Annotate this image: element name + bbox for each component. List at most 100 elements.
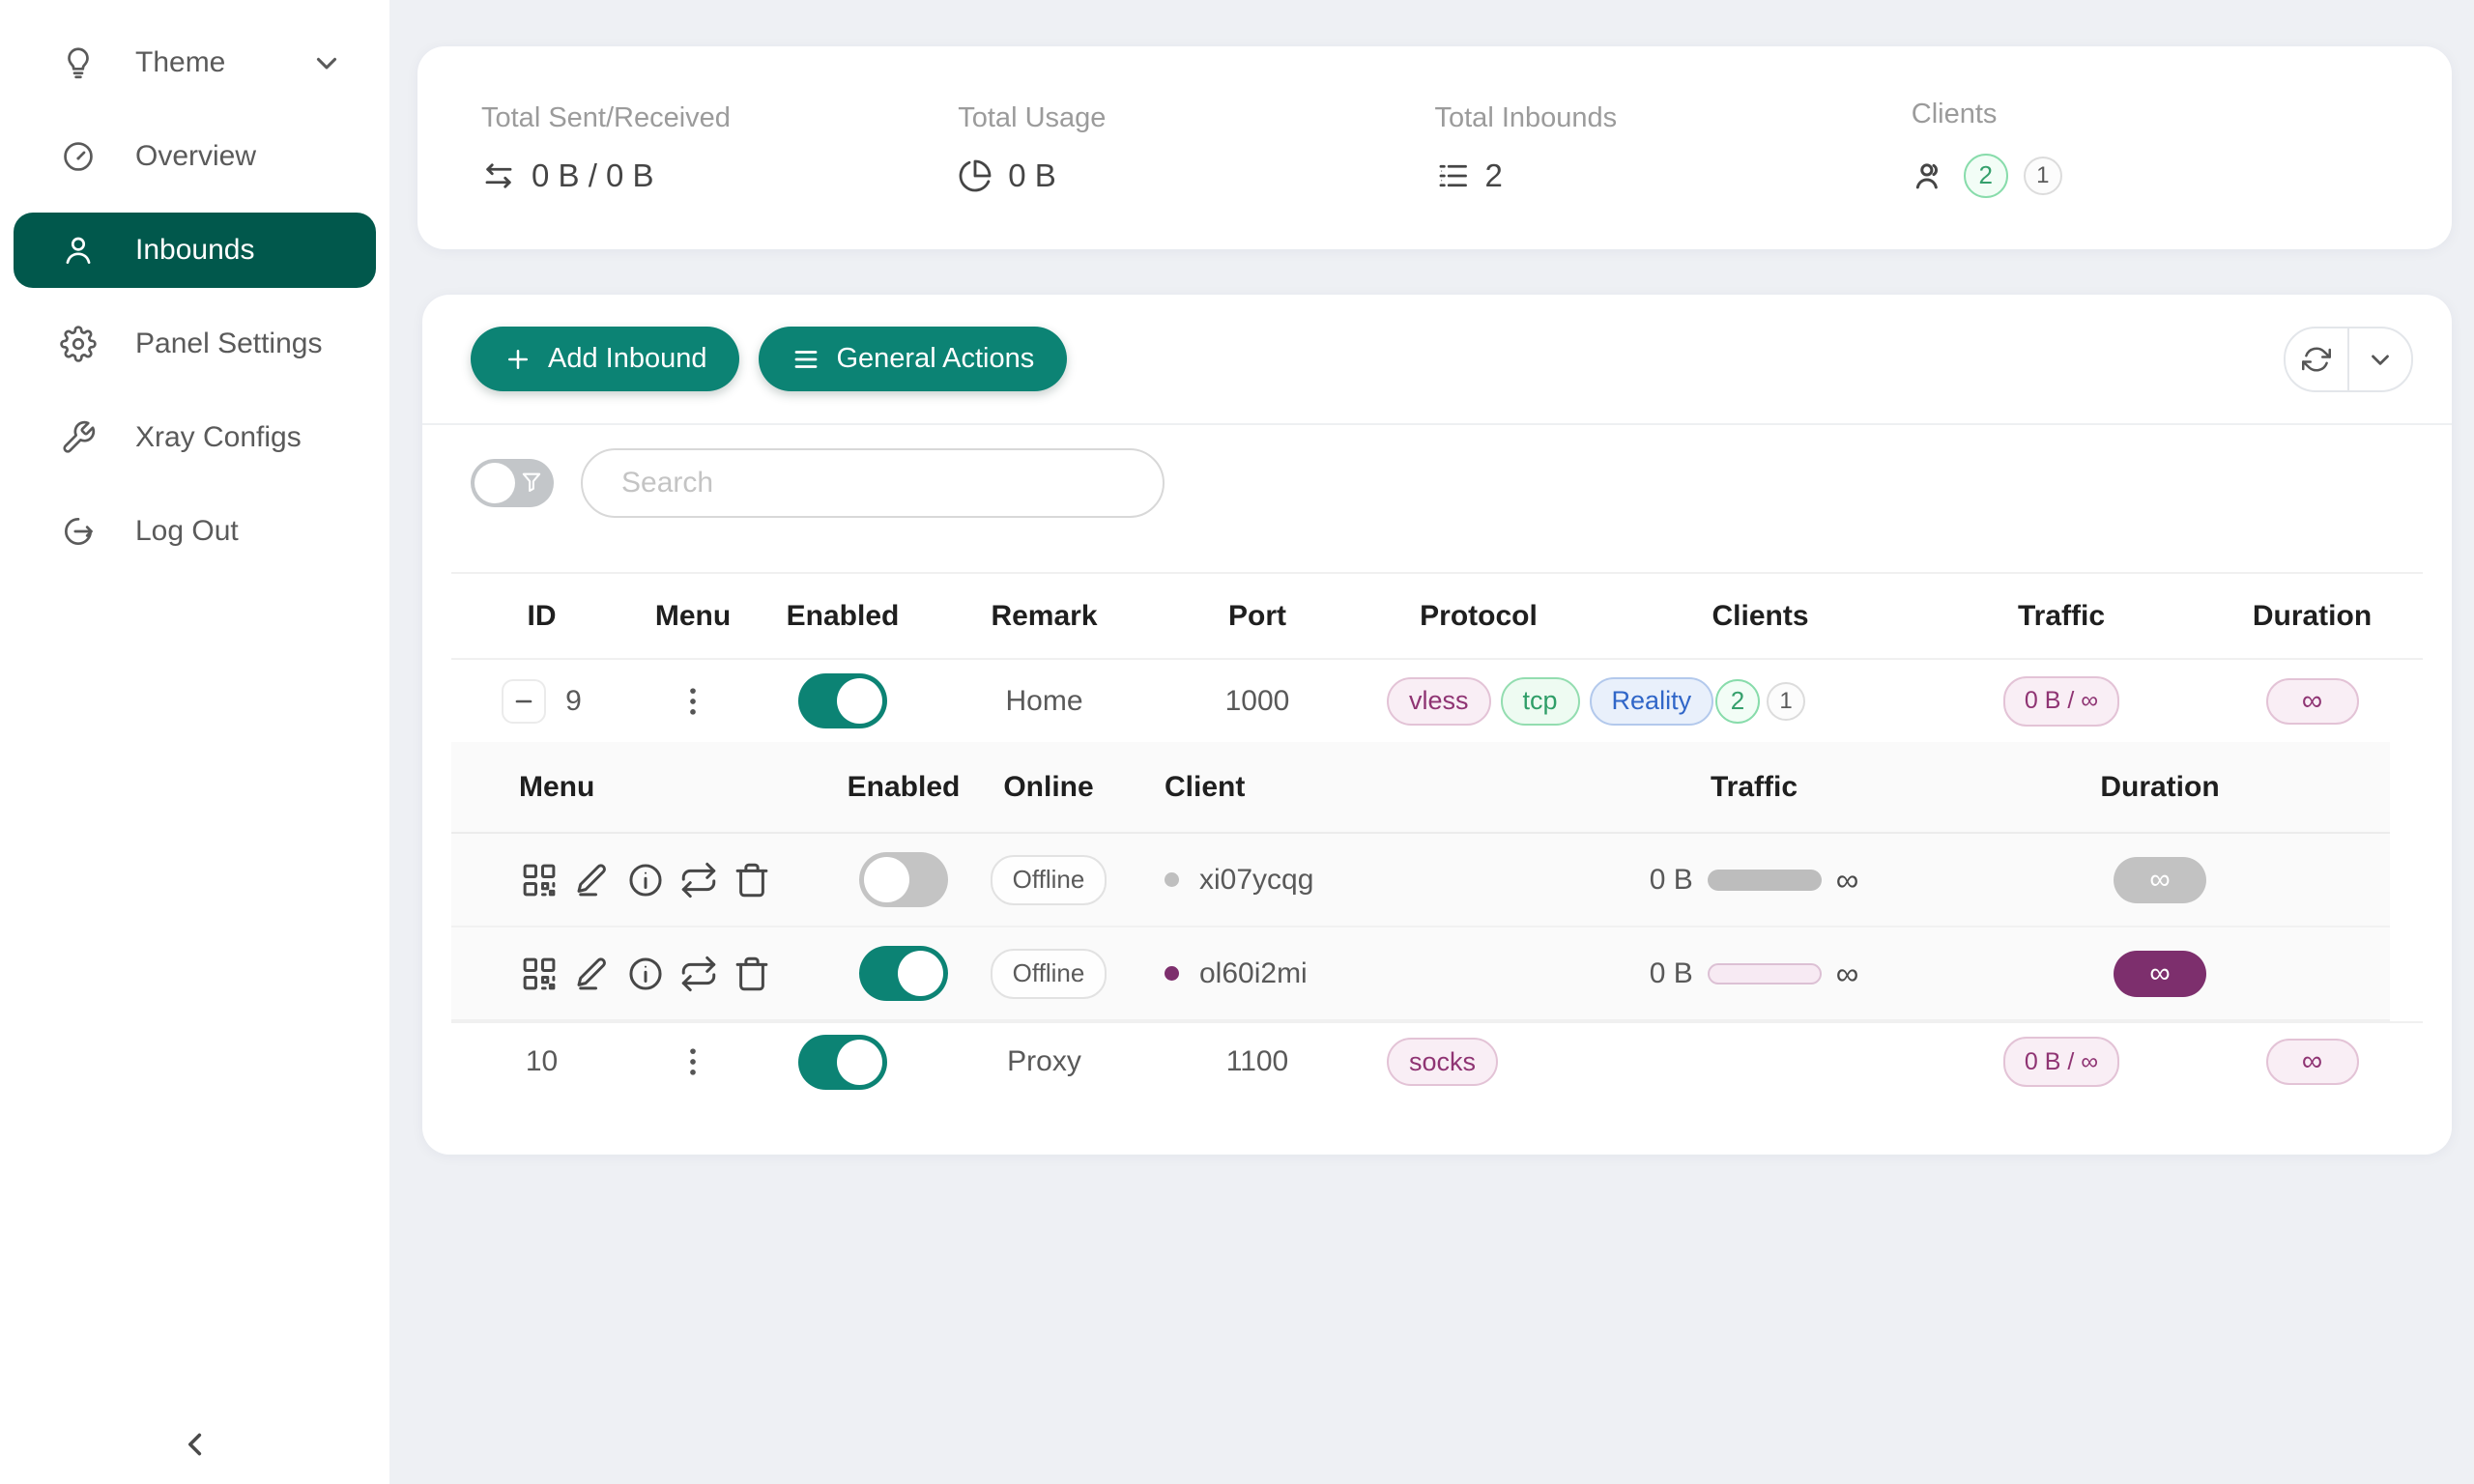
row-menu-button[interactable] (632, 682, 754, 721)
inbounds-table: ID Menu Enabled Remark Port Protocol Cli… (451, 572, 2423, 1100)
row-remark: Home (932, 685, 1157, 718)
sidebar-nav: Theme Overview Inbounds Panel Settings (0, 0, 389, 569)
row-port: 1100 (1157, 1045, 1358, 1078)
client-enabled-toggle[interactable] (859, 946, 948, 1001)
stat-clients: Clients 2 1 (1912, 99, 2388, 198)
stat-total-inbounds: Total Inbounds 2 (1435, 102, 1912, 194)
toggle-knob (837, 678, 882, 724)
sidebar-collapse-button[interactable] (175, 1424, 216, 1465)
info-icon[interactable] (625, 954, 666, 994)
bulb-icon (58, 44, 99, 81)
client-enabled-toggle[interactable] (859, 852, 948, 907)
col-header-menu: Menu (632, 600, 754, 633)
add-inbound-button[interactable]: Add Inbound (471, 327, 739, 391)
trash-icon[interactable] (732, 954, 772, 994)
row-clients-disabled-badge: 1 (1767, 682, 1805, 721)
stats-card: Total Sent/Received 0 B / 0 B Total Usag… (417, 46, 2452, 249)
row-menu-button[interactable] (632, 1042, 754, 1081)
clients-total-badge: 1 (2024, 157, 2062, 195)
col-header-id: ID (451, 600, 632, 633)
toggle-knob (898, 951, 943, 996)
sidebar-item-inbounds[interactable]: Inbounds (14, 213, 376, 288)
table-row: 9 Home 1000 vless tcp Reality 2 1 0 B / … (451, 660, 2423, 742)
filter-toggle[interactable] (471, 459, 554, 507)
chevron-down-icon (2366, 345, 2395, 374)
client-name: xi07ycqg (1199, 864, 1313, 897)
row-remark: Proxy (932, 1045, 1157, 1078)
sidebar-item-label: Theme (135, 46, 270, 79)
qr-code-icon[interactable] (519, 860, 560, 900)
chevron-left-icon (175, 1424, 216, 1465)
stat-value-text: 0 B / 0 B (532, 157, 654, 194)
team-icon (1912, 157, 1948, 194)
sidebar-item-label: Panel Settings (135, 328, 347, 360)
search-input[interactable] (581, 448, 1165, 518)
reset-traffic-icon[interactable] (678, 954, 719, 994)
client-row: Offline xi07ycqg 0 B ∞ ∞ (451, 834, 2390, 926)
sidebar-item-xray-configs[interactable]: Xray Configs (14, 400, 376, 475)
general-actions-button[interactable]: General Actions (759, 327, 1067, 391)
table-header-row: ID Menu Enabled Remark Port Protocol Cli… (451, 572, 2423, 660)
col-header-enabled: Enabled (754, 600, 932, 633)
sidebar-item-overview[interactable]: Overview (14, 119, 376, 194)
stat-label: Total Usage (958, 102, 1434, 134)
refresh-options-button[interactable] (2347, 328, 2411, 390)
plus-icon (503, 345, 532, 374)
edit-icon[interactable] (572, 954, 613, 994)
client-traffic-cap: ∞ (1836, 956, 1859, 992)
hamburger-menu-icon (791, 345, 820, 374)
client-traffic-cap: ∞ (1836, 862, 1859, 899)
sub-col-header-traffic: Traffic (1508, 771, 2000, 804)
gear-icon (58, 326, 99, 362)
client-duration-badge: ∞ (2114, 857, 2206, 903)
trash-icon[interactable] (732, 860, 772, 900)
sub-col-header-menu: Menu (451, 771, 850, 804)
qr-code-icon[interactable] (519, 954, 560, 994)
inbounds-panel: Add Inbound General Actions (422, 295, 2452, 1155)
sub-col-header-online: Online (957, 771, 1140, 804)
edit-icon[interactable] (572, 860, 613, 900)
protocol-badge: vless (1387, 677, 1491, 726)
client-status-dot (1165, 872, 1179, 887)
client-traffic-used: 0 B (1650, 957, 1693, 990)
inbound-enabled-toggle[interactable] (798, 1035, 887, 1090)
client-subtable: Menu Enabled Online Client Traffic Durat… (451, 742, 2390, 1021)
client-traffic-used: 0 B (1650, 864, 1693, 897)
col-header-clients: Clients (1599, 600, 1921, 633)
row-traffic-badge: 0 B / ∞ (2003, 1037, 2119, 1087)
row-traffic-badge: 0 B / ∞ (2003, 676, 2119, 727)
refresh-split-button (2284, 327, 2413, 392)
pie-chart-icon (958, 158, 992, 193)
sidebar-item-log-out[interactable]: Log Out (14, 494, 376, 569)
client-row: Offline ol60i2mi 0 B ∞ ∞ (451, 926, 2390, 1019)
sub-col-header-duration: Duration (2000, 771, 2319, 804)
sub-col-header-enabled: Enabled (850, 771, 957, 804)
sidebar-item-theme[interactable]: Theme (14, 25, 376, 100)
refresh-icon (2302, 345, 2331, 374)
row-port: 1000 (1157, 685, 1358, 718)
sidebar-item-panel-settings[interactable]: Panel Settings (14, 306, 376, 382)
reset-traffic-icon[interactable] (678, 860, 719, 900)
wrench-icon (58, 419, 99, 456)
minus-icon (511, 689, 536, 714)
stat-total-sent-received: Total Sent/Received 0 B / 0 B (481, 102, 958, 194)
toggle-knob (475, 463, 515, 503)
collapse-row-button[interactable] (502, 679, 546, 724)
vertical-dots-icon (674, 1042, 712, 1081)
refresh-button[interactable] (2286, 328, 2347, 390)
inbound-enabled-toggle[interactable] (798, 673, 887, 728)
col-header-traffic: Traffic (1921, 600, 2201, 633)
sidebar-item-label: Log Out (135, 515, 347, 548)
info-icon[interactable] (625, 860, 666, 900)
client-traffic-bar (1708, 963, 1822, 985)
search-row (422, 425, 2452, 541)
user-icon (58, 232, 99, 269)
stat-total-usage: Total Usage 0 B (958, 102, 1434, 194)
sidebar: Theme Overview Inbounds Panel Settings (0, 0, 389, 1484)
toggle-knob (837, 1040, 882, 1085)
row-clients-enabled-badge: 2 (1715, 679, 1760, 724)
stat-value-text: 0 B (1008, 157, 1056, 194)
toggle-knob (864, 857, 909, 902)
add-inbound-label: Add Inbound (548, 343, 706, 375)
client-subtable-header: Menu Enabled Online Client Traffic Durat… (451, 742, 2390, 834)
